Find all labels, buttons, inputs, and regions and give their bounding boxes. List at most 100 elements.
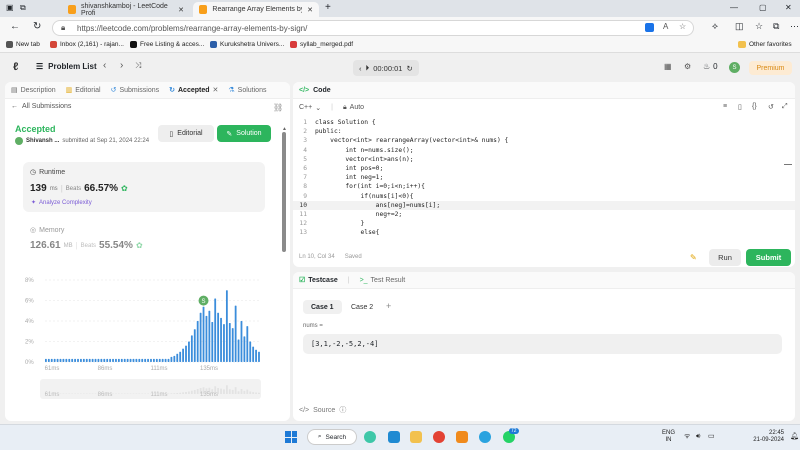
- extensions-icon[interactable]: ⟡: [712, 21, 718, 32]
- scrollbar[interactable]: ▲: [282, 126, 287, 416]
- code-line[interactable]: 3 vector<int> rearrangeArray(vector<int>…: [293, 136, 795, 145]
- format-icon[interactable]: ≡: [723, 103, 727, 110]
- fullscreen-icon[interactable]: ⤢: [782, 103, 788, 111]
- next-problem-icon[interactable]: ›: [120, 60, 123, 71]
- chevron-left-icon[interactable]: ‹: [359, 64, 362, 73]
- all-submissions-link[interactable]: ← All Submissions: [11, 103, 71, 110]
- tab-testcase[interactable]: ☑ Testcase: [299, 276, 338, 285]
- settings-icon[interactable]: ⚙: [684, 62, 691, 71]
- close-tab-icon[interactable]: ✕: [307, 6, 313, 14]
- extension-icon[interactable]: [645, 23, 654, 32]
- analyze-complexity-link[interactable]: ✦ Analyze Complexity: [31, 199, 92, 207]
- read-aloud-icon[interactable]: A: [663, 22, 668, 31]
- layout-icon[interactable]: ▦: [664, 62, 672, 71]
- code-line[interactable]: 1 class Solution {: [293, 118, 795, 127]
- nums-input[interactable]: [3,1,-2,-5,2,-4]: [303, 334, 782, 354]
- code-line[interactable]: 10 ans[neg]=nums[i];: [293, 200, 795, 210]
- tab-submissions[interactable]: ↺ Submissions: [111, 86, 160, 95]
- streak-counter[interactable]: ♨ 0: [703, 62, 718, 71]
- leetcode-logo-icon[interactable]: ℓ: [13, 61, 23, 73]
- reset-code-icon[interactable]: ↺: [768, 103, 774, 111]
- split-screen-icon[interactable]: ◫: [735, 21, 744, 32]
- taskbar-search[interactable]: ⌕ Search: [307, 429, 357, 445]
- tab-accepted[interactable]: ↻ Accepted ✕: [169, 86, 219, 95]
- url-field[interactable]: 🔒︎ https://leetcode.com/problems/rearran…: [52, 20, 694, 36]
- windows-start-icon[interactable]: [285, 431, 297, 443]
- language-select[interactable]: C++ ⌄: [299, 104, 321, 112]
- code-line[interactable]: 4 int n=nums.size();: [293, 146, 795, 155]
- solution-button[interactable]: ✎ Solution: [217, 125, 271, 142]
- braces-icon[interactable]: {}: [752, 103, 757, 110]
- close-window-button[interactable]: ✕: [785, 3, 792, 12]
- bookmark-item[interactable]: Kurukshetra Univers...: [210, 41, 284, 48]
- clock[interactable]: 22:45 21-09-2024: [728, 430, 784, 444]
- maximize-button[interactable]: ▢: [759, 3, 767, 12]
- submit-button[interactable]: Submit: [746, 249, 791, 266]
- source-link[interactable]: </> Source ⓘ: [299, 405, 346, 415]
- favorite-star-icon[interactable]: ☆: [679, 22, 686, 31]
- case-2-tab[interactable]: Case 2: [343, 300, 381, 314]
- vlc-icon[interactable]: [456, 431, 468, 443]
- timer[interactable]: ‹ ⏵ 00:00:01 ↻: [353, 60, 419, 76]
- back-icon[interactable]: ←: [10, 21, 20, 32]
- link-icon[interactable]: ⛓: [273, 103, 283, 112]
- tab-actions-icon[interactable]: ⧉: [20, 3, 26, 13]
- runtime-distribution-chart[interactable]: 0% 2% 4% 6% 8% S 61ms 86ms 111ms 135ms 61ms 86ms 111…: [23, 272, 265, 404]
- volume-icon[interactable]: 🔊︎: [696, 433, 700, 440]
- premium-button[interactable]: Premium: [749, 61, 792, 75]
- code-line[interactable]: 8 for(int i=0;i<n;i++){: [293, 182, 795, 191]
- favorites-icon[interactable]: ☆: [755, 21, 763, 32]
- wifi-icon[interactable]: ᯤ: [684, 433, 690, 440]
- shuffle-icon[interactable]: ⤨: [135, 61, 141, 71]
- tab-solutions[interactable]: ⚗ Solutions: [228, 86, 266, 95]
- runtime-card[interactable]: ◷ Runtime 139 ms | Beats 66.57% ✿ ✦ Analyz…: [23, 162, 265, 212]
- more-icon[interactable]: ⋯: [790, 21, 799, 32]
- memory-card[interactable]: ◎ Memory 126.61 MB | Beats 55.54% ✿: [23, 223, 265, 261]
- code-line[interactable]: 5 vector<int>ans(n);: [293, 155, 795, 164]
- code-line[interactable]: 9 if(nums[i]<0){: [293, 192, 795, 201]
- browser-tab-problem[interactable]: Rearrange Array Elements by Sign ✕: [193, 2, 319, 17]
- code-line[interactable]: 12 }: [293, 219, 795, 228]
- prev-problem-icon[interactable]: ‹: [103, 60, 106, 71]
- user-avatar[interactable]: S: [729, 62, 740, 73]
- play-icon[interactable]: ⏵: [366, 63, 370, 73]
- problem-list-link[interactable]: ☰ Problem List: [36, 62, 97, 71]
- bookmark-item[interactable]: syllab_merged.pdf: [290, 41, 353, 48]
- close-tab-icon[interactable]: ✕: [213, 86, 219, 94]
- code-line[interactable]: 2 public:: [293, 127, 795, 136]
- run-button[interactable]: Run: [709, 249, 741, 266]
- battery-icon[interactable]: ▭: [708, 433, 715, 440]
- refresh-icon[interactable]: ↻: [33, 21, 41, 32]
- bookmark-item[interactable]: Free Listing & acces...: [130, 41, 204, 48]
- reset-icon[interactable]: ↻: [406, 64, 412, 73]
- code-line[interactable]: 13 else{: [293, 228, 795, 237]
- code-line[interactable]: 6 int pos=0;: [293, 164, 795, 173]
- file-explorer-icon[interactable]: [410, 431, 422, 443]
- vscode-icon[interactable]: [388, 431, 400, 443]
- auto-mode[interactable]: 🔒︎ Auto: [343, 104, 364, 112]
- notifications-icon[interactable]: 🔔︎: [790, 433, 799, 440]
- copilot-icon[interactable]: [364, 431, 376, 443]
- tab-editorial[interactable]: ▥ Editorial: [66, 86, 101, 95]
- workspaces-icon[interactable]: ▣: [6, 3, 14, 12]
- tab-test-result[interactable]: >_ Test Result: [360, 277, 406, 284]
- code-editor[interactable]: 1 class Solution {2 public: 3 vector<int> r…: [293, 118, 795, 240]
- new-tab-button[interactable]: +: [325, 2, 331, 13]
- add-case-button[interactable]: +: [386, 301, 391, 311]
- bookmark-item[interactable]: Inbox (2,161) - rajan...: [50, 41, 124, 48]
- telegram-icon[interactable]: [479, 431, 491, 443]
- minimize-button[interactable]: —: [730, 3, 738, 12]
- code-line[interactable]: 7 int neg=1;: [293, 173, 795, 182]
- username[interactable]: Shivansh ...: [26, 138, 59, 144]
- code-line[interactable]: 11 neg+=2;: [293, 210, 795, 219]
- bookmark-icon[interactable]: ▯: [738, 103, 742, 111]
- notes-icon[interactable]: ✎: [690, 253, 697, 262]
- close-tab-icon[interactable]: ✕: [178, 6, 184, 14]
- collections-icon[interactable]: ⧉: [773, 21, 779, 32]
- editorial-button[interactable]: ▯ Editorial: [158, 125, 214, 142]
- tab-description[interactable]: ▤ Description: [11, 86, 56, 95]
- other-favorites[interactable]: Other favorites: [738, 41, 792, 48]
- bookmark-item[interactable]: New tab: [6, 41, 40, 48]
- chrome-icon[interactable]: [433, 431, 445, 443]
- case-1-tab[interactable]: Case 1: [303, 300, 342, 314]
